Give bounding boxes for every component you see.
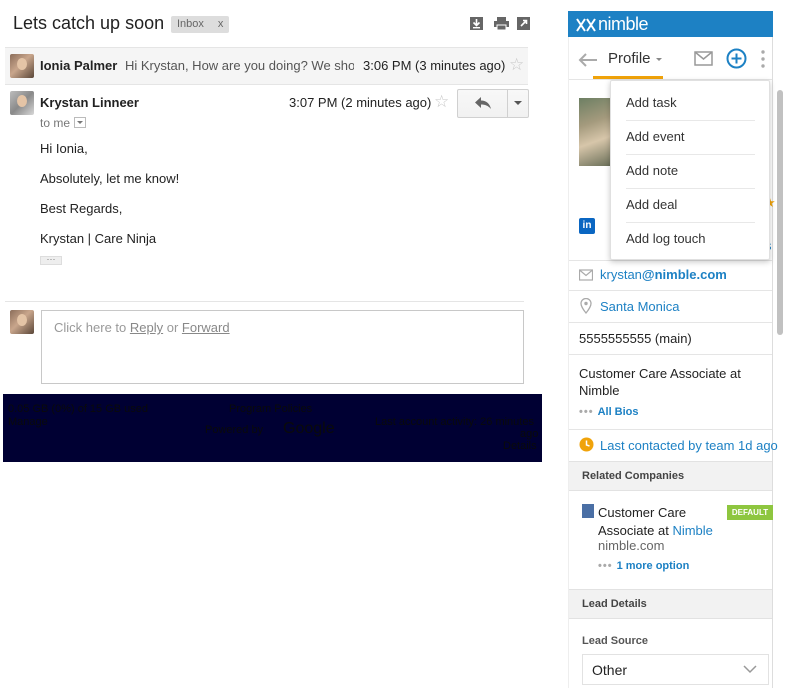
lead-source-label: Lead Source xyxy=(582,635,649,647)
menu-item-add-log-touch[interactable]: Add log touch xyxy=(626,222,754,256)
screen: Lets catch up soon Inbox x Ionia Palmer H… xyxy=(0,0,797,692)
sender-name: Ionia Palmer xyxy=(40,58,118,73)
contact-location[interactable]: Santa Monica xyxy=(600,299,680,314)
email-domain: @nimble.com xyxy=(641,267,727,282)
star-icon[interactable]: ☆ xyxy=(434,93,449,110)
last-contacted[interactable]: Last contacted by team 1d ago xyxy=(600,438,778,453)
company-line: Associate at xyxy=(598,523,673,538)
menu-item-add-deal[interactable]: Add deal xyxy=(626,188,754,222)
chevron-down-icon xyxy=(743,665,757,674)
company-domain: nimble.com xyxy=(598,538,665,553)
reply-link[interactable]: Reply xyxy=(130,320,163,335)
reply-prompt: Click here to Reply or Forward xyxy=(54,320,230,335)
program-policies-link[interactable]: Program Policies xyxy=(229,403,312,415)
inbox-label[interactable]: Inbox x xyxy=(171,16,230,33)
lead-details-header: Lead Details xyxy=(569,589,772,619)
clock-icon xyxy=(579,437,594,452)
reply-prompt-text: Click here to xyxy=(54,320,130,335)
all-bios-link[interactable]: ••• All Bios xyxy=(579,406,639,418)
dots-icon: ••• xyxy=(579,406,594,418)
lead-source-select[interactable]: Other xyxy=(582,654,769,685)
scrollbar-thumb[interactable] xyxy=(777,90,783,335)
gmail-footer: 0.05 GB (0%) of 15 GB used Manage Progra… xyxy=(3,394,542,462)
nimble-brand: nimble xyxy=(598,14,649,34)
divider xyxy=(569,260,772,261)
manage-link[interactable]: Manage xyxy=(8,416,48,428)
more-option-text: 1 more option xyxy=(616,560,690,572)
chevron-down-icon[interactable] xyxy=(656,58,662,61)
details-caret-icon[interactable] xyxy=(74,117,87,128)
reply-arrow-icon xyxy=(475,97,491,109)
company-icon xyxy=(582,504,594,518)
caret-down-icon[interactable] xyxy=(514,101,522,105)
tab-profile[interactable]: Profile xyxy=(608,50,651,67)
all-bios-text: All Bios xyxy=(597,406,639,418)
sender-avatar xyxy=(10,54,34,78)
lead-source-value: Other xyxy=(592,662,628,678)
forward-link[interactable]: Forward xyxy=(182,320,230,335)
back-arrow-icon[interactable] xyxy=(578,53,598,67)
sender-name: Krystan Linneer xyxy=(40,95,139,110)
popout-icon[interactable] xyxy=(517,17,530,30)
body-line: Absolutely, let me know! xyxy=(40,171,180,186)
message-snippet: Hi Krystan, How are you doing? We shou xyxy=(125,58,354,73)
message-time: 3:06 PM (3 minutes ago) xyxy=(363,58,506,73)
recipient-line: to me xyxy=(40,116,87,130)
divider xyxy=(569,322,772,323)
section-title: Related Companies xyxy=(582,470,685,482)
divider xyxy=(569,290,772,291)
location-pin-icon xyxy=(580,298,592,314)
body-line: Krystan | Care Ninja xyxy=(40,231,157,246)
show-trimmed-button[interactable]: ··· xyxy=(40,255,62,265)
more-options-link[interactable]: ••• 1 more option xyxy=(598,560,689,572)
related-companies-header: Related Companies xyxy=(569,461,772,491)
company-name: Customer Care Associate at Nimble xyxy=(598,504,728,540)
download-icon[interactable] xyxy=(470,17,483,30)
button-divider xyxy=(507,90,508,117)
recipient-text: to me xyxy=(40,116,71,130)
more-vertical-icon[interactable] xyxy=(761,50,765,68)
print-icon[interactable] xyxy=(494,17,509,30)
google-logo: Google xyxy=(283,420,335,437)
reply-button[interactable] xyxy=(457,89,529,118)
menu-item-add-event[interactable]: Add event xyxy=(626,120,754,154)
dots-icon: ••• xyxy=(598,560,613,572)
divider xyxy=(569,354,772,355)
add-menu: Add task Add event Add note Add deal Add… xyxy=(610,80,770,260)
contact-job-title: Customer Care Associate at Nimble xyxy=(579,366,741,398)
contact-phone: 5555555555 (main) xyxy=(579,331,692,346)
remove-label-icon[interactable]: x xyxy=(218,18,224,30)
message-time: 3:07 PM (2 minutes ago) xyxy=(289,95,432,110)
section-title: Lead Details xyxy=(582,598,647,610)
reply-box[interactable]: Click here to Reply or Forward xyxy=(41,310,524,384)
contact-email[interactable]: krystan@nimble.com xyxy=(600,267,727,282)
star-icon[interactable]: ☆ xyxy=(509,56,524,73)
nimble-logo-icon xyxy=(576,18,596,32)
storage-usage: 0.05 GB (0%) of 15 GB used xyxy=(8,403,149,415)
linkedin-icon[interactable]: in xyxy=(579,218,595,234)
menu-item-add-task[interactable]: Add task xyxy=(626,86,754,120)
company-line: Customer Care xyxy=(598,505,687,520)
powered-by-text: Powered by xyxy=(205,424,264,436)
body-line: Best Regards, xyxy=(40,201,123,216)
thread-subject: Lets catch up soon xyxy=(13,13,165,33)
account-activity: Last account activity: 26 minutes xyxy=(375,416,534,428)
menu-item-add-note[interactable]: Add note xyxy=(626,154,754,188)
envelope-icon xyxy=(579,269,593,281)
details-link[interactable]: Details xyxy=(503,440,537,452)
mail-icon[interactable] xyxy=(694,51,713,66)
add-circle-icon[interactable] xyxy=(726,48,747,69)
scrollbar[interactable] xyxy=(776,80,784,680)
body-line: Hi Ionia, xyxy=(40,141,88,156)
reply-or-text: or xyxy=(163,320,182,335)
sender-avatar xyxy=(10,91,34,115)
divider xyxy=(5,301,524,302)
inbox-label-text: Inbox xyxy=(177,18,204,30)
company-link[interactable]: Nimble xyxy=(672,523,712,538)
my-avatar xyxy=(10,310,34,334)
email-user: krystan xyxy=(600,267,642,282)
account-activity-ago: ago xyxy=(520,428,539,440)
default-badge: DEFAULT xyxy=(727,505,773,520)
divider xyxy=(569,429,772,430)
